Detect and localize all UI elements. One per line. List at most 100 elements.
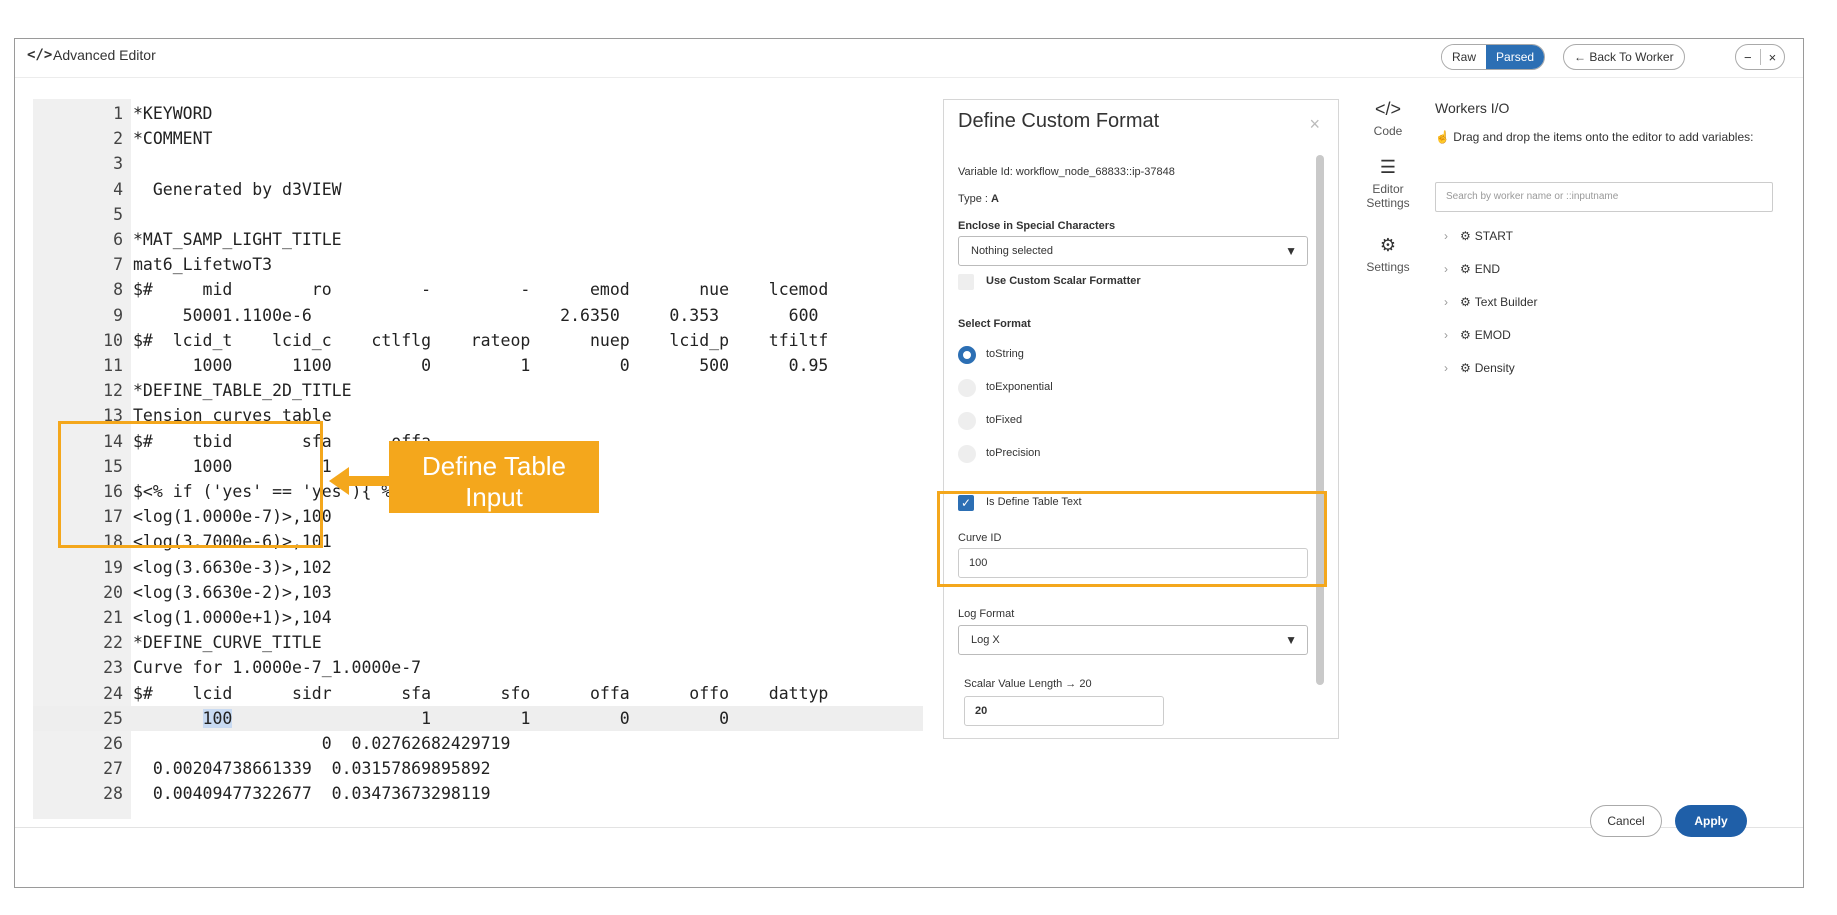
code-line[interactable]: 19 <log(3.6630e-3)>,102: [33, 555, 923, 580]
code-line[interactable]: 10 $# lcid_t lcid_c ctlflg rateop nuep lc…: [33, 328, 923, 353]
line-number: 1: [113, 104, 123, 123]
panel-close-button[interactable]: ×: [1309, 114, 1320, 135]
line-number: 11: [103, 356, 123, 375]
line-text: *DEFINE_CURVE_TITLE: [133, 633, 322, 653]
scalar-length-input[interactable]: 20: [964, 696, 1164, 726]
line-number: 24: [103, 683, 123, 703]
line-number: 25: [103, 708, 123, 728]
tab-code[interactable]: </> Code: [1353, 99, 1423, 138]
code-line[interactable]: 20 <log(3.6630e-2)>,103: [33, 580, 923, 605]
line-number: 9: [113, 305, 123, 325]
line-number: 3: [113, 154, 123, 174]
code-line[interactable]: 5: [33, 202, 923, 227]
worker-tree-item-label: END: [1474, 262, 1501, 276]
curve-id-highlight: [937, 491, 1327, 587]
custom-scalar-checkbox[interactable]: [958, 274, 974, 290]
define-custom-format-panel: Define Custom Format × Variable Id: work…: [943, 99, 1339, 739]
code-line[interactable]: 4 Generated by d3VIEW: [33, 177, 923, 202]
variable-id-text: Variable Id: workflow_node_68833::ip-378…: [958, 166, 1175, 178]
line-text: <log(3.6630e-2)>,103: [133, 582, 332, 602]
tab-code-label: Code: [1373, 124, 1403, 138]
log-format-value: Log X: [971, 634, 1000, 646]
minimize-button[interactable]: −: [1736, 50, 1760, 65]
line-number: 27: [103, 759, 123, 779]
line-text: *COMMENT: [133, 129, 213, 149]
back-to-worker-button[interactable]: ← Back To Worker: [1563, 44, 1685, 70]
worker-tree-item[interactable]: › ⚙ START: [1444, 226, 1513, 246]
code-line[interactable]: 11 1000 1100 0 1 0 500 0.95: [33, 353, 923, 378]
chevron-right-icon[interactable]: ›: [1444, 295, 1448, 309]
chevron-right-icon[interactable]: ›: [1444, 361, 1448, 375]
radio-tofixed[interactable]: [958, 412, 976, 430]
line-text: 100 1 1 0 0: [202, 708, 730, 728]
custom-scalar-label: Use Custom Scalar Formatter: [986, 275, 1141, 287]
line-number: 21: [103, 608, 123, 627]
worker-search-input[interactable]: Search by worker name or ::inputname: [1435, 182, 1773, 212]
chevron-right-icon[interactable]: ›: [1444, 229, 1448, 243]
line-number: 28: [103, 784, 123, 804]
chevron-right-icon[interactable]: ›: [1444, 328, 1448, 342]
line-number: 7: [113, 255, 123, 275]
line-number: 8: [113, 280, 123, 300]
chevron-down-icon: ▼: [1285, 244, 1297, 258]
define-table-callout: Define Table Input: [389, 441, 599, 513]
code-line[interactable]: 6 *MAT_SAMP_LIGHT_TITLE: [33, 227, 923, 252]
apply-button[interactable]: Apply: [1675, 805, 1747, 837]
code-line[interactable]: 3: [33, 151, 923, 176]
tab-editor-settings[interactable]: ☰ Editor Settings: [1353, 157, 1423, 210]
chevron-right-icon[interactable]: ›: [1444, 262, 1448, 276]
define-table-highlight: [58, 421, 323, 548]
panel-scrollbar[interactable]: [1316, 155, 1324, 685]
parsed-button[interactable]: Parsed: [1486, 45, 1545, 69]
code-line[interactable]: 27 0.00204738661339 0.03157869895892: [33, 756, 923, 781]
worker-tree-item[interactable]: › ⚙ EMOD: [1444, 325, 1511, 345]
enclose-select[interactable]: Nothing selected ▼: [958, 236, 1308, 266]
worker-tree-item-label: Density: [1474, 361, 1515, 375]
log-format-select[interactable]: Log X ▼: [958, 625, 1308, 655]
chevron-down-icon: ▼: [1285, 633, 1297, 647]
line-number: 20: [103, 582, 123, 602]
line-text: $# lcid_t lcid_c ctlflg rateop nuep lcid…: [133, 330, 829, 350]
radio-toprecision[interactable]: [958, 445, 976, 463]
code-line[interactable]: 9 50001.1100e-6 2.6350 0.353 600: [33, 303, 923, 328]
raw-button[interactable]: Raw: [1442, 45, 1487, 69]
close-window-button[interactable]: ×: [1761, 50, 1785, 65]
line-text: 1000 1100 0 1 0 500 0.95: [133, 356, 829, 375]
code-line[interactable]: 22 *DEFINE_CURVE_TITLE: [33, 630, 923, 655]
worker-tree-item[interactable]: › ⚙ Density: [1444, 358, 1515, 378]
code-line[interactable]: 24 $# lcid sidr sfa sfo offa offo dattyp: [33, 681, 923, 706]
line-text: mat6_LifetwoT3: [133, 255, 273, 275]
gear-icon: ⚙: [1379, 235, 1397, 255]
line-text: *KEYWORD: [133, 104, 213, 123]
select-format-label: Select Format: [958, 318, 1031, 330]
code-line[interactable]: 21 <log(1.0000e+1)>,104: [33, 605, 923, 630]
gear-icon: ⚙: [1460, 361, 1471, 375]
code-line[interactable]: 26 0 0.02762682429719: [33, 731, 923, 756]
code-line[interactable]: 23 Curve for 1.0000e-7_1.0000e-7: [33, 655, 923, 680]
line-text: $# mid ro - - emod nue lcemod: [133, 280, 829, 300]
line-number: 5: [113, 204, 123, 224]
tab-settings[interactable]: ⚙ Settings: [1353, 235, 1423, 274]
line-number: 12: [103, 381, 123, 401]
code-line[interactable]: 7 mat6_LifetwoT3: [33, 252, 923, 277]
worker-tree-item-label: EMOD: [1474, 328, 1511, 342]
format-tofixed-label: toFixed: [986, 414, 1023, 426]
radio-tostring[interactable]: [958, 346, 976, 364]
code-line[interactable]: 1 *KEYWORD: [33, 101, 923, 126]
hand-pointer-icon: ☝: [1435, 130, 1450, 144]
code-line[interactable]: 28 0.00409477322677 0.03473673298119: [33, 781, 923, 806]
worker-tree-item[interactable]: › ⚙ Text Builder: [1444, 292, 1537, 312]
workers-io-hint: ☝ Drag and drop the items onto the edito…: [1435, 130, 1765, 145]
code-line[interactable]: 8 $# mid ro - - emod nue lcemod: [33, 277, 923, 302]
line-text: <log(1.0000e+1)>,104: [133, 608, 332, 627]
cancel-button[interactable]: Cancel: [1590, 805, 1662, 837]
view-mode-toggle: Raw Parsed: [1441, 44, 1546, 70]
line-number: 10: [103, 330, 123, 350]
worker-tree-item[interactable]: › ⚙ END: [1444, 259, 1500, 279]
code-line[interactable]: 2 *COMMENT: [33, 126, 923, 151]
code-line[interactable]: 12 *DEFINE_TABLE_2D_TITLE: [33, 378, 923, 403]
gear-icon: ⚙: [1460, 229, 1471, 243]
code-line[interactable]: 25 100 1 1 0 0: [33, 705, 923, 731]
radio-toexponential[interactable]: [958, 379, 976, 397]
workers-io-title: Workers I/O: [1435, 100, 1510, 116]
